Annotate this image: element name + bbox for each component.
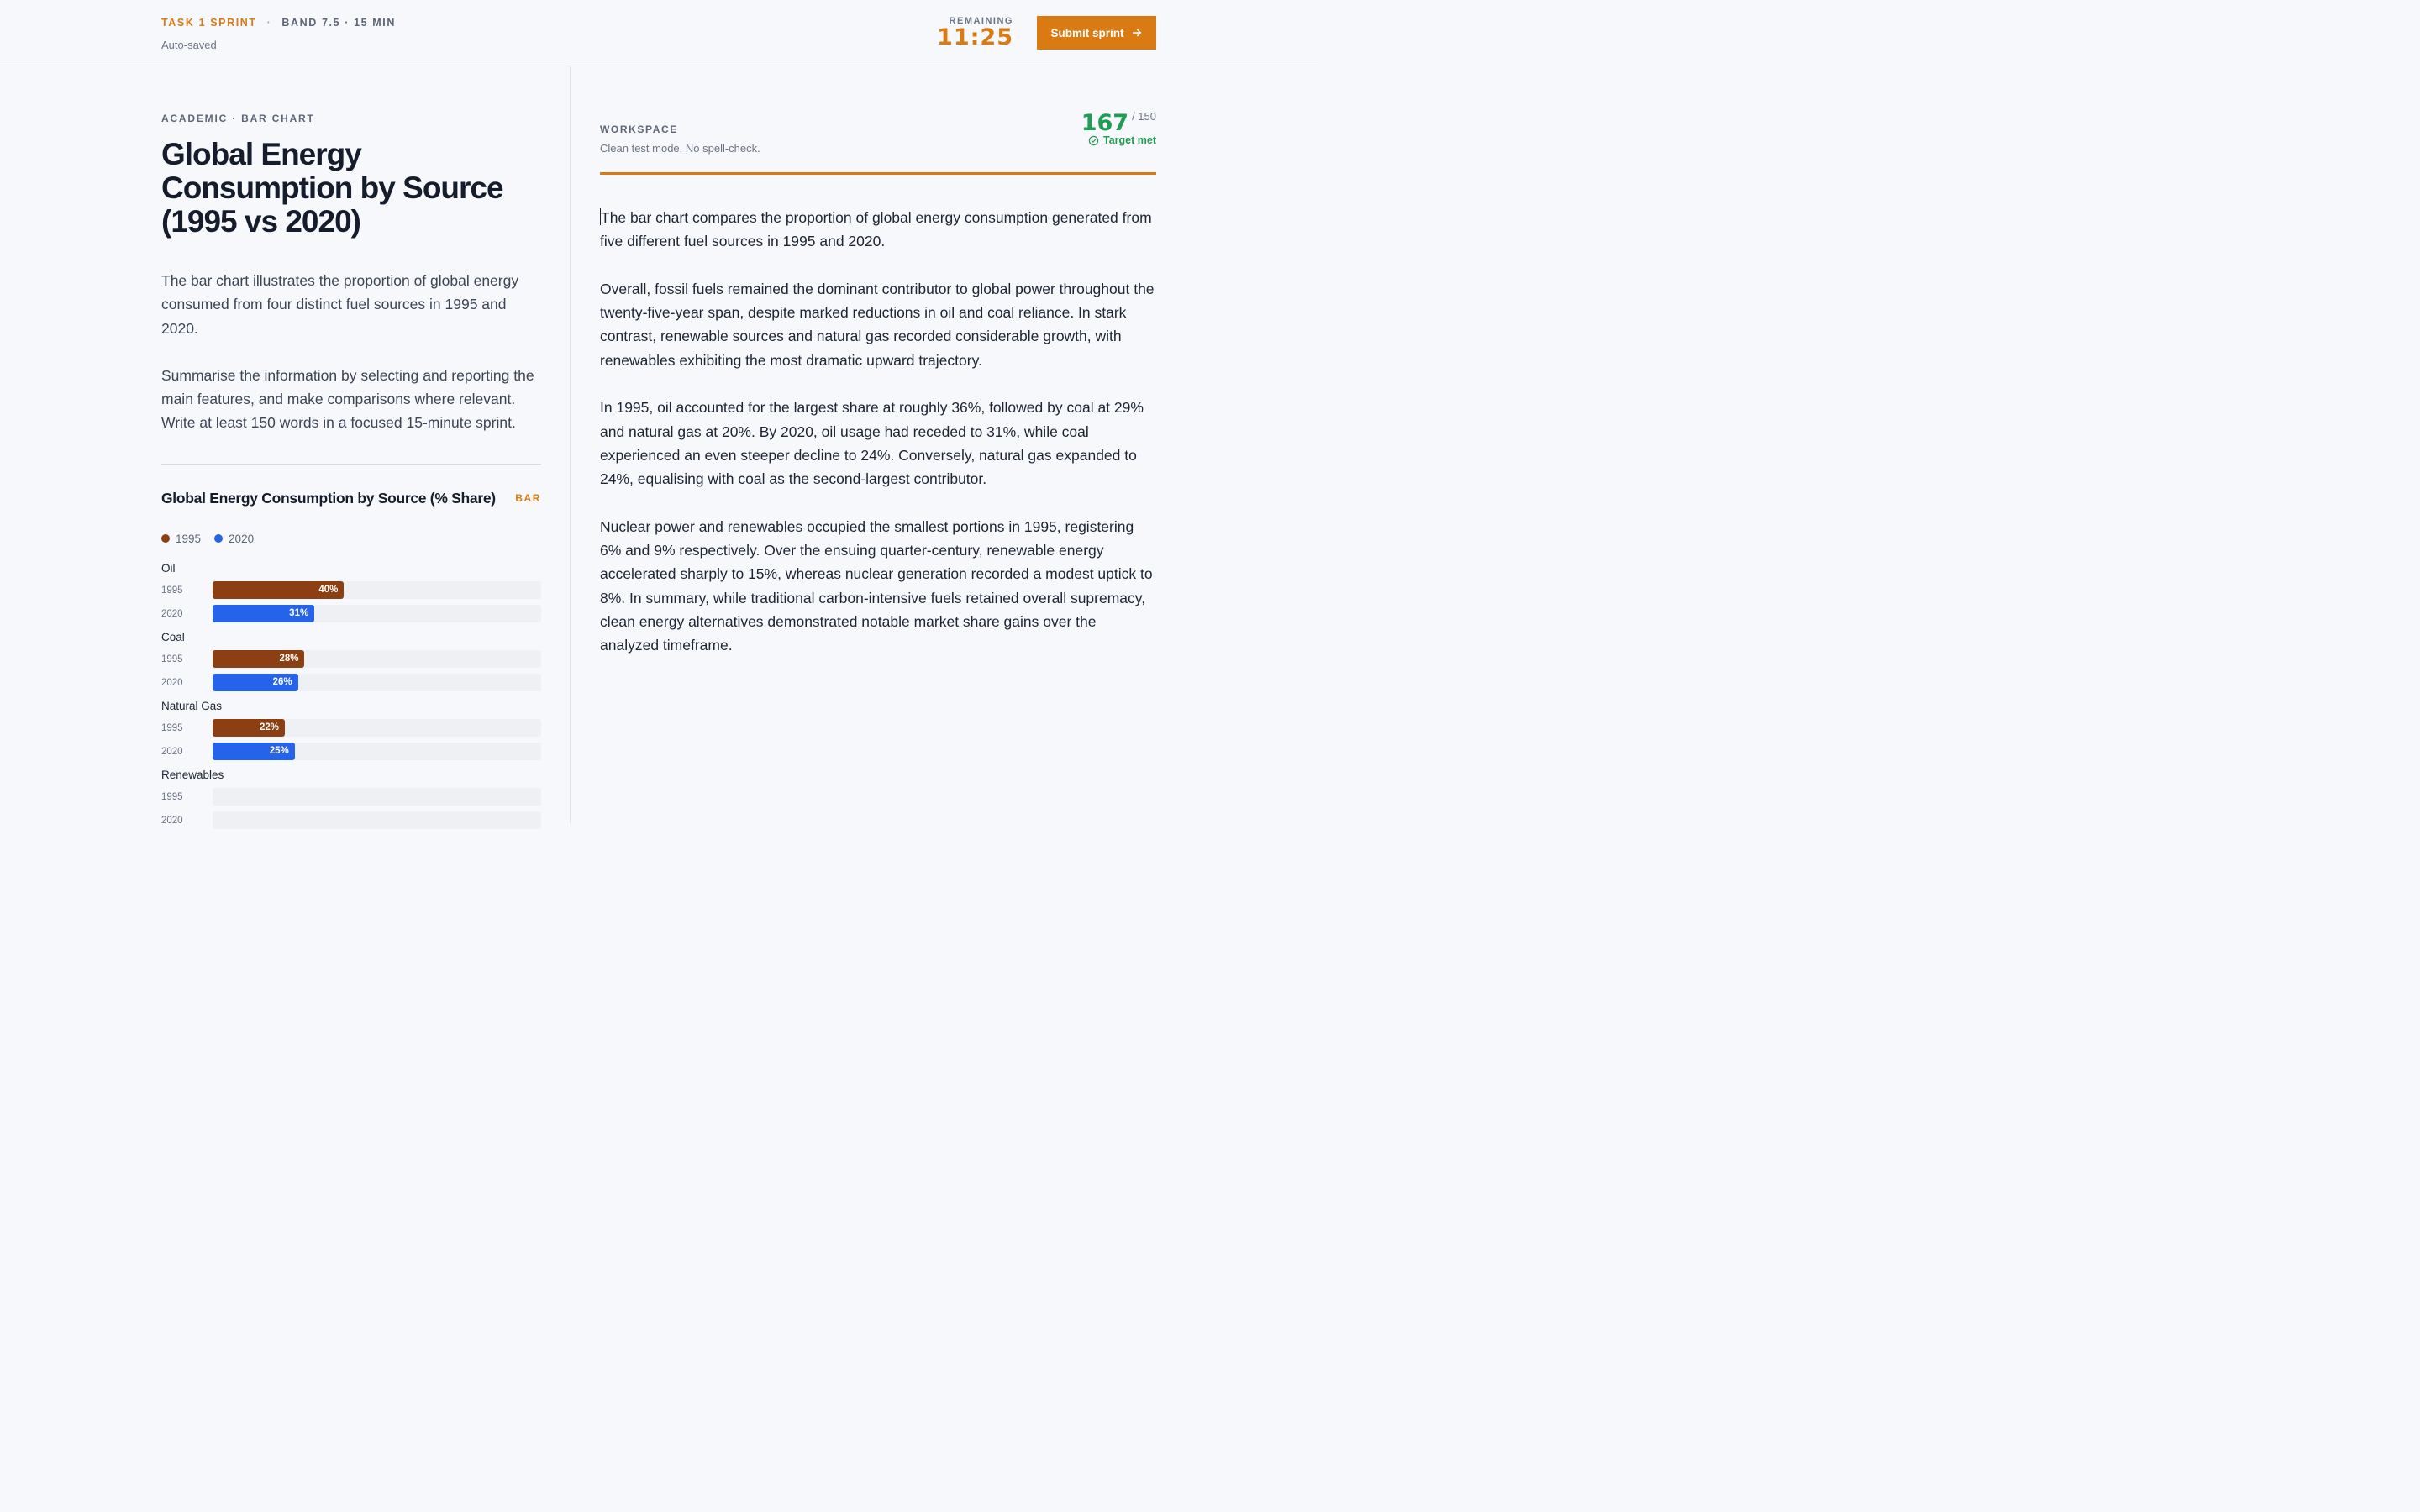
legend-swatch — [214, 534, 224, 543]
chart-header: Global Energy Consumption by Source (% S… — [161, 490, 541, 507]
workspace-panel: WORKSPACE Clean test mode. No spell-chec… — [600, 66, 1156, 681]
workspace-label: WORKSPACE — [600, 123, 678, 135]
bar-natural-gas-1995: 22% — [213, 719, 286, 738]
bar-series-label: 2020 — [161, 815, 183, 826]
essay-paragraph: The bar chart compares the proportion of… — [600, 208, 1152, 250]
legend-label: 2020 — [229, 532, 255, 545]
chart-category: Coal 1995 28% 2020 26% — [161, 630, 541, 692]
bar-track: 31% — [213, 605, 541, 623]
chart-legend: 1995 2020 — [161, 533, 541, 545]
autosave-status: Auto-saved — [161, 39, 217, 51]
separator-dot: · — [266, 17, 272, 29]
word-count: 167 — [1081, 110, 1129, 136]
prompt-intro: The bar chart illustrates the proportion… — [161, 272, 519, 337]
essay-paragraph: Overall, fossil fuels remained the domin… — [600, 280, 1155, 369]
header-actions: REMAINING 11:25 Submit sprint — [937, 16, 1156, 50]
chart-category: Oil 1995 40% 2020 31% — [161, 561, 541, 623]
submit-sprint-button[interactable]: Submit sprint — [1037, 16, 1156, 50]
legend-item: 2020 — [214, 533, 254, 545]
legend-item: 1995 — [161, 533, 201, 545]
bar-oil-1995: 40% — [213, 581, 345, 600]
bar-track: 40% — [213, 581, 541, 600]
prompt-instruction: Summarise the information by selecting a… — [161, 366, 534, 408]
prompt-word-requirement: Write at least 150 words in a focused 15… — [161, 414, 516, 432]
bar-track: 28% — [213, 650, 541, 669]
check-circle-icon — [1088, 135, 1099, 145]
category-label: Natural Gas — [161, 699, 223, 712]
arrow-right-icon — [1132, 29, 1141, 37]
task-title: Global Energy Consumption by Source (199… — [161, 137, 504, 239]
chart-title: Global Energy Consumption by Source (% S… — [161, 489, 496, 507]
word-target: / 150 — [1132, 110, 1156, 123]
text-caret — [600, 208, 601, 225]
workspace-header: WORKSPACE Clean test mode. No spell-chec… — [600, 110, 1156, 155]
essay-editor[interactable]: The bar chart compares the proportion of… — [600, 206, 1156, 658]
workspace-subtitle: Clean test mode. No spell-check. — [600, 142, 760, 155]
bar-natural-gas-2020: 25% — [213, 743, 295, 761]
bar-row: 1995 — [161, 788, 541, 806]
bar-series-label: 2020 — [161, 677, 183, 688]
task-prompt: The bar chart illustrates the proportion… — [161, 269, 541, 435]
bar-series-label: 1995 — [161, 654, 183, 664]
bar-track: 25% — [213, 743, 541, 761]
bar-series-label: 1995 — [161, 585, 183, 596]
column-divider — [570, 66, 571, 823]
word-progress-fill — [600, 172, 1156, 175]
bar-track — [213, 811, 541, 830]
target-status: Target met — [1081, 134, 1156, 146]
category-label: Renewables — [161, 768, 224, 781]
chart-type-badge: BAR — [515, 492, 541, 505]
target-status-label: Target met — [1103, 134, 1156, 146]
chart-category: Renewables 1995 2020 — [161, 768, 541, 830]
timer: REMAINING 11:25 — [937, 16, 1013, 50]
bar-row: 2020 31% — [161, 605, 541, 623]
sprint-meta: BAND 7.5 · 15 MIN — [281, 17, 396, 29]
chart-category: Natural Gas 1995 22% 2020 25% — [161, 699, 541, 761]
bar-coal-2020: 26% — [213, 674, 298, 692]
bar-coal-1995: 28% — [213, 650, 305, 669]
bar-track — [213, 788, 541, 806]
word-progress-bar — [600, 172, 1156, 175]
bar-row: 2020 26% — [161, 674, 541, 692]
top-bar: TASK 1 SPRINT · BAND 7.5 · 15 MIN Auto-s… — [0, 0, 1318, 66]
bar-row: 2020 — [161, 811, 541, 830]
essay-paragraph: In 1995, oil accounted for the largest s… — [600, 399, 1144, 488]
sprint-name: TASK 1 SPRINT — [161, 17, 257, 29]
bar-track: 26% — [213, 674, 541, 692]
bar-series-label: 1995 — [161, 722, 183, 733]
category-label: Coal — [161, 630, 185, 643]
bar-row: 1995 28% — [161, 650, 541, 669]
bar-series-label: 2020 — [161, 746, 183, 757]
bar-series-label: 2020 — [161, 608, 183, 619]
bar-row: 1995 40% — [161, 581, 541, 600]
bar-oil-2020: 31% — [213, 605, 315, 623]
timer-value: 11:25 — [937, 24, 1013, 50]
bar-chart: Oil 1995 40% 2020 31% Coal 1995 28% 2020 26% Natur… — [161, 561, 541, 830]
legend-label: 1995 — [176, 532, 202, 545]
sprint-line: TASK 1 SPRINT · BAND 7.5 · 15 MIN — [161, 17, 396, 29]
page: TASK 1 SPRINT · BAND 7.5 · 15 MIN Auto-s… — [0, 0, 1318, 830]
bar-series-label: 1995 — [161, 791, 183, 802]
bar-track: 22% — [213, 719, 541, 738]
sprint-info: TASK 1 SPRINT · BAND 7.5 · 15 MIN Auto-s… — [161, 17, 396, 51]
category-label: Oil — [161, 561, 176, 575]
task-kicker: ACADEMIC · BAR CHART — [161, 113, 315, 124]
section-divider — [161, 463, 541, 465]
word-counter: 167 / 150 Target met — [1081, 110, 1156, 155]
bar-row: 1995 22% — [161, 719, 541, 738]
task-panel: ACADEMIC · BAR CHART Global Energy Consu… — [161, 66, 541, 837]
legend-swatch — [161, 534, 170, 543]
essay-paragraph: Nuclear power and renewables occupied th… — [600, 517, 1153, 654]
submit-label: Submit sprint — [1050, 26, 1124, 39]
bar-row: 2020 25% — [161, 743, 541, 761]
